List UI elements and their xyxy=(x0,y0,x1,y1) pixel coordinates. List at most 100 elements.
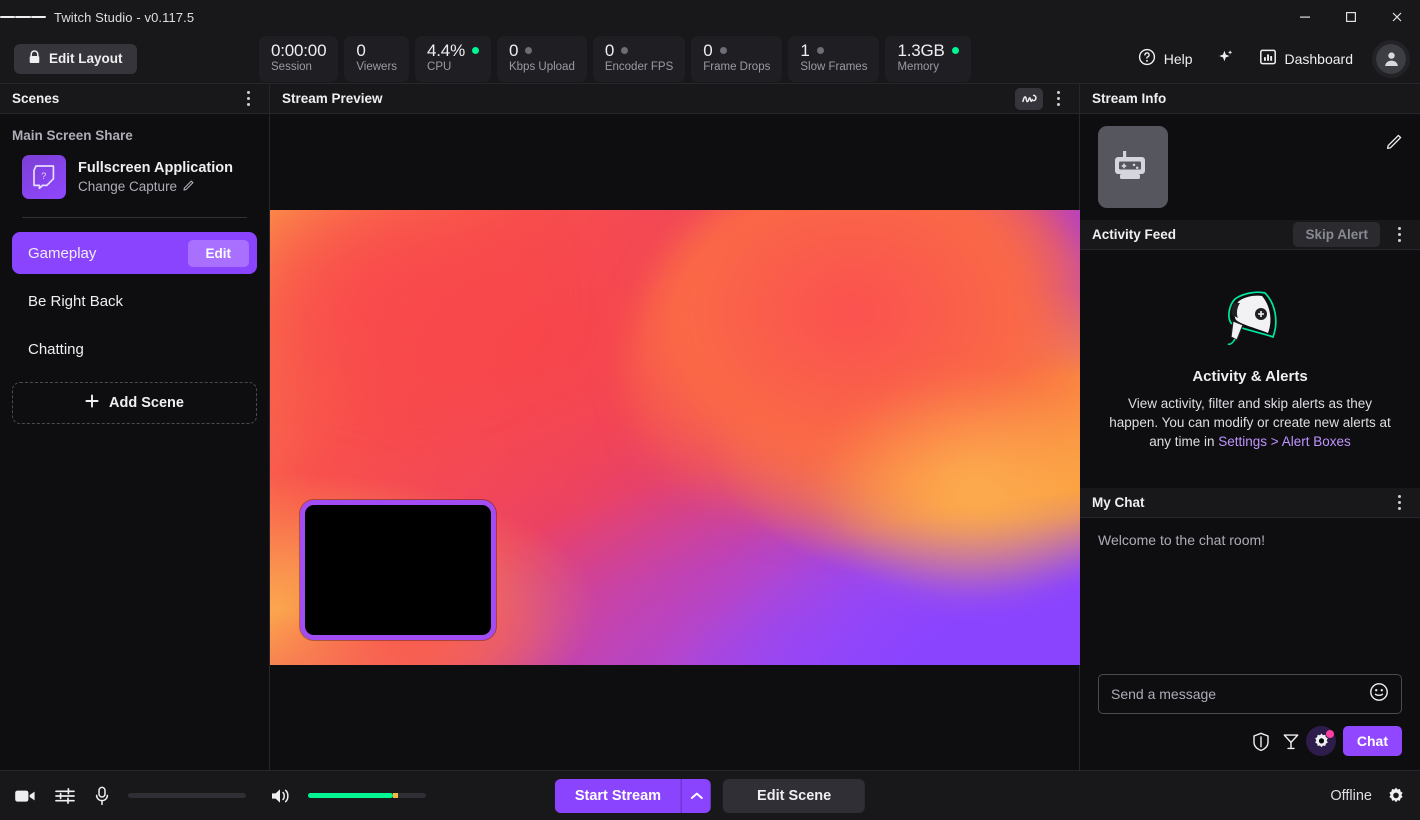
svg-text:?: ? xyxy=(41,171,46,181)
app-title: Twitch Studio - v0.117.5 xyxy=(54,10,194,25)
audio-mixer-icon[interactable] xyxy=(54,787,76,805)
camera-icon[interactable] xyxy=(14,787,36,805)
preview-canvas-area[interactable] xyxy=(270,114,1079,770)
help-circle-icon xyxy=(1138,48,1156,69)
microphone-icon[interactable] xyxy=(94,786,110,806)
bottom-right-controls: Offline xyxy=(1330,786,1406,806)
change-capture-link[interactable]: Change Capture xyxy=(78,179,233,194)
stream-info-title: Stream Info xyxy=(1092,91,1166,106)
stat-memory: 1.3GB Memory xyxy=(885,36,970,82)
top-toolbar: Edit Layout 0:00:00 Session 0 Viewers 4.… xyxy=(0,34,1420,84)
scenes-panel-title: Scenes xyxy=(12,91,59,106)
scenes-more-options-icon[interactable] xyxy=(239,91,257,106)
preview-panel-title: Stream Preview xyxy=(282,91,383,106)
minimize-icon[interactable] xyxy=(1282,0,1328,34)
twitch-studio-window: Twitch Studio - v0.117.5 Edit Layout 0:0… xyxy=(0,0,1420,820)
start-stream-chevron-up-icon[interactable] xyxy=(681,779,711,813)
stat-viewers: 0 Viewers xyxy=(344,36,409,82)
stats-group: 0:00:00 Session 0 Viewers 4.4% CPU 0 Kbp xyxy=(259,36,971,82)
stream-info-edit-icon[interactable] xyxy=(1386,132,1404,155)
ai-sparkle-button[interactable] xyxy=(1208,42,1244,75)
start-stream-button[interactable]: Start Stream xyxy=(555,779,681,813)
status-dot-gray xyxy=(621,47,628,54)
chat-settings-gear-icon[interactable] xyxy=(1312,732,1331,751)
stream-preview-panel: Stream Preview xyxy=(270,84,1080,770)
notification-dot xyxy=(1326,730,1334,738)
scenes-group-label: Main Screen Share xyxy=(12,128,257,143)
chat-message-input[interactable] xyxy=(1111,686,1369,702)
lock-icon xyxy=(28,50,41,67)
capture-source-row[interactable]: ? Fullscreen Application Change Capture xyxy=(12,153,257,199)
dashboard-button[interactable]: Dashboard xyxy=(1250,42,1363,75)
stream-status-label: Offline xyxy=(1330,788,1372,804)
maximize-icon[interactable] xyxy=(1328,0,1374,34)
speaker-level-meter[interactable] xyxy=(308,793,426,798)
chat-input-wrapper xyxy=(1080,674,1420,714)
scene-edit-button[interactable]: Edit xyxy=(188,240,250,267)
speaker-icon[interactable] xyxy=(270,787,290,805)
settings-gear-icon[interactable] xyxy=(1386,786,1406,806)
bits-icon[interactable] xyxy=(1282,732,1300,751)
help-label: Help xyxy=(1164,51,1193,67)
status-dot-green xyxy=(472,47,479,54)
pencil-icon xyxy=(183,179,195,194)
preview-canvas[interactable] xyxy=(270,210,1080,665)
chat-panel-title: My Chat xyxy=(1092,495,1145,510)
stat-slow-frames: 1 Slow Frames xyxy=(788,36,879,82)
status-dot-gray xyxy=(525,47,532,54)
scene-item-gameplay[interactable]: Gameplay Edit xyxy=(12,232,257,274)
activity-feed-empty-description: View activity, filter and skip alerts as… xyxy=(1104,394,1396,451)
alert-boxes-settings-link[interactable]: Settings > Alert Boxes xyxy=(1218,434,1350,449)
stat-value: 0:00:00 xyxy=(271,42,326,60)
selected-source-box[interactable] xyxy=(300,500,496,640)
edit-scene-button[interactable]: Edit Scene xyxy=(723,779,865,813)
send-chat-button[interactable]: Chat xyxy=(1343,726,1402,756)
scenes-panel-header: Scenes xyxy=(0,84,269,114)
chat-body: Welcome to the chat room! xyxy=(1080,518,1420,770)
status-dot-green xyxy=(952,47,959,54)
close-icon[interactable] xyxy=(1374,0,1420,34)
status-dot-gray xyxy=(720,47,727,54)
stat-frame-drops: 0 Frame Drops xyxy=(691,36,782,82)
window-controls xyxy=(1282,0,1420,34)
stat-label: Slow Frames xyxy=(800,61,867,75)
edit-layout-button[interactable]: Edit Layout xyxy=(14,44,137,74)
stat-kbps-upload: 0 Kbps Upload xyxy=(497,36,587,82)
emote-smiley-icon[interactable] xyxy=(1369,682,1389,707)
preview-tools xyxy=(1015,88,1067,110)
avatar[interactable] xyxy=(1376,44,1406,74)
scenes-divider xyxy=(22,217,247,218)
microphone-level-meter[interactable] xyxy=(128,793,246,798)
right-panel: Stream Info xyxy=(1080,84,1420,770)
audio-waveform-icon[interactable] xyxy=(1015,88,1043,110)
speaker-level-peak xyxy=(393,793,398,798)
chat-input-box[interactable] xyxy=(1098,674,1402,714)
game-controller-icon xyxy=(1098,126,1168,208)
activity-feed-empty-state: Activity & Alerts View activity, filter … xyxy=(1080,250,1420,488)
stat-value: 0 xyxy=(605,42,614,60)
skip-alert-button[interactable]: Skip Alert xyxy=(1293,222,1380,247)
scene-item-chatting[interactable]: Chatting xyxy=(12,328,257,370)
stat-label: Kbps Upload xyxy=(509,61,575,75)
stat-value: 0 xyxy=(703,42,712,60)
stat-label: Frame Drops xyxy=(703,61,770,75)
stat-value: 0 xyxy=(356,42,365,60)
chat-more-options-icon[interactable] xyxy=(1390,495,1408,510)
sparkle-icon xyxy=(1217,48,1235,69)
add-scene-button[interactable]: Add Scene xyxy=(12,382,257,424)
stream-info-header: Stream Info xyxy=(1080,84,1420,114)
scene-item-be-right-back[interactable]: Be Right Back xyxy=(12,280,257,322)
capture-source-name: Fullscreen Application xyxy=(78,160,233,176)
scene-label: Be Right Back xyxy=(28,293,123,310)
help-button[interactable]: Help xyxy=(1129,42,1202,75)
stat-value: 4.4% xyxy=(427,42,465,60)
scenes-panel: Scenes Main Screen Share ? Fullscreen Ap… xyxy=(0,84,270,770)
preview-more-options-icon[interactable] xyxy=(1049,91,1067,106)
main-area: Scenes Main Screen Share ? Fullscreen Ap… xyxy=(0,84,1420,770)
stat-encoder-fps: 0 Encoder FPS xyxy=(593,36,685,82)
chat-panel-header: My Chat xyxy=(1080,488,1420,518)
hamburger-menu-icon[interactable] xyxy=(0,0,46,34)
bottom-center-controls: Start Stream Edit Scene xyxy=(555,779,865,813)
activity-feed-more-options-icon[interactable] xyxy=(1390,227,1408,242)
moderation-shield-icon[interactable] xyxy=(1252,732,1270,751)
